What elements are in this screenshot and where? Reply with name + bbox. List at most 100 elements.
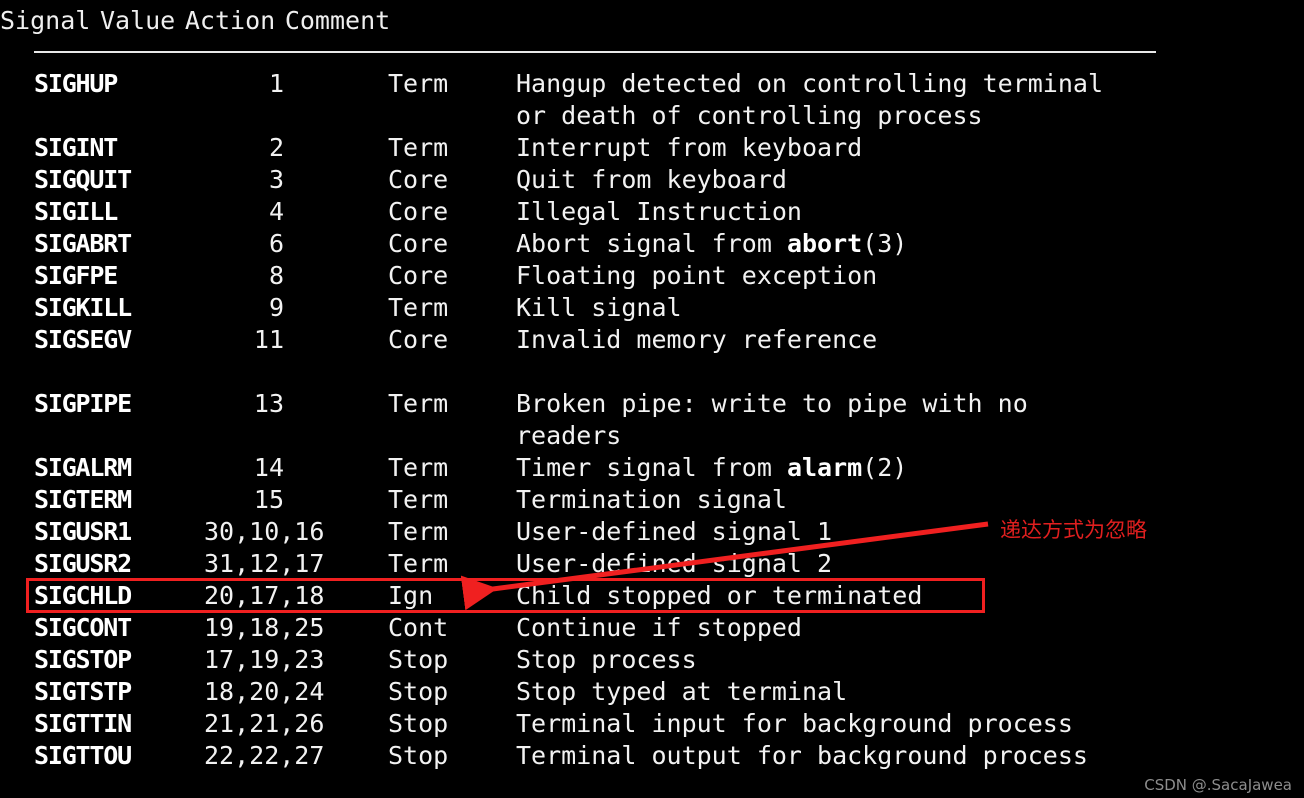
cell-signal-value: 22,22,27 — [204, 741, 325, 770]
table-row: SIGSTOP 17,19,23 Stop Stop process — [0, 644, 1304, 676]
cell-signal-action: Term — [388, 293, 449, 322]
table-row: SIGTERM 15 Term Termination signal — [0, 484, 1304, 516]
table-body: SIGHUP 1 Term Hangup detected on controllin… — [0, 68, 1304, 772]
table-row: SIGFPE 8 Core Floating point exception — [0, 260, 1304, 292]
cell-signal-value: 3 — [268, 165, 284, 194]
table-row: SIGHUP 1 Term Hangup detected on controllin… — [0, 68, 1304, 100]
cell-signal-action: Term — [388, 485, 449, 514]
cell-signal-value: 17,19,23 — [204, 645, 325, 674]
table-row: SIGKILL 9 Term Kill signal — [0, 292, 1304, 324]
cell-signal-action: Core — [388, 197, 449, 226]
cell-signal-action: Core — [388, 165, 449, 194]
cell-signal-comment: Terminal input for background process — [516, 709, 1073, 738]
table-row: SIGTTOU 22,22,27 Stop Terminal output for b… — [0, 740, 1304, 772]
cell-signal-action: Core — [388, 325, 449, 354]
table-row-continuation: readers — [0, 420, 1304, 452]
comment-function-name: alarm — [786, 453, 863, 482]
cell-signal-value: 15 — [253, 485, 284, 514]
table-row: SIGCONT 19,18,25 Cont Continue if stopped — [0, 612, 1304, 644]
watermark-text: CSDN @.SacaJawea — [1144, 776, 1292, 794]
cell-signal-action: Stop — [388, 709, 449, 738]
cell-signal-comment: Stop process — [516, 645, 697, 674]
comment-text-lead: Abort signal from — [516, 229, 787, 258]
cell-signal-value: 20,17,18 — [204, 581, 325, 610]
table-row: SIGALRM 14 Term Timer signal from alarm(2) — [0, 452, 1304, 484]
cell-signal-value: 9 — [268, 293, 284, 322]
comment-function-name: abort — [786, 229, 863, 258]
cell-signal-value: 19,18,25 — [204, 613, 325, 642]
cell-signal-comment: Interrupt from keyboard — [516, 133, 863, 162]
cell-signal-comment: Invalid memory reference — [516, 325, 878, 354]
cell-signal-action: Term — [388, 69, 449, 98]
cell-signal-action: Stop — [388, 677, 449, 706]
cell-signal-value: 2 — [268, 133, 284, 162]
cell-signal-value: 13 — [253, 389, 284, 418]
cell-signal-comment: Illegal Instruction — [516, 197, 802, 226]
cell-signal-name: SIGTTIN — [34, 709, 132, 738]
cell-signal-value: 8 — [268, 261, 284, 290]
column-header-signal: Signal — [0, 6, 91, 35]
table-row: SIGTSTP 18,20,24 Stop Stop typed at termina… — [0, 676, 1304, 708]
cell-signal-value: 11 — [253, 325, 284, 354]
table-header-row: Signal Value Action Comment — [0, 4, 390, 38]
cell-signal-action: Term — [388, 517, 449, 546]
cell-signal-comment: Broken pipe: write to pipe with no — [516, 389, 1028, 418]
comment-section-number: (2) — [862, 453, 908, 482]
cell-signal-value: 21,21,26 — [204, 709, 325, 738]
table-row: SIGSEGV 11 Core Invalid memory reference — [0, 324, 1304, 356]
cell-signal-value: 18,20,24 — [204, 677, 325, 706]
cell-signal-action: Stop — [388, 741, 449, 770]
cell-signal-comment-continued: readers — [516, 421, 622, 450]
cell-signal-comment: Abort signal from abort(3) — [516, 228, 1256, 260]
column-header-action: Action — [184, 6, 276, 35]
man-page-canvas: Signal Value Action Comment SIGHUP 1 Term H… — [0, 0, 1304, 798]
cell-signal-action: Term — [388, 389, 449, 418]
cell-signal-comment: Quit from keyboard — [516, 165, 787, 194]
comment-section-number: (3) — [862, 229, 908, 258]
cell-signal-comment: Stop typed at terminal — [516, 677, 848, 706]
table-row-spacer — [0, 356, 1304, 388]
cell-signal-comment: User-defined signal 2 — [516, 549, 833, 578]
table-row: SIGINT 2 Term Interrupt from keyboard — [0, 132, 1304, 164]
column-header-comment: Comment — [284, 6, 391, 35]
cell-signal-comment: Child stopped or terminated — [516, 581, 923, 610]
table-row: SIGABRT 6 Core Abort signal from abort(3) — [0, 228, 1304, 260]
cell-signal-comment: User-defined signal 1 — [516, 517, 833, 546]
table-row: SIGQUIT 3 Core Quit from keyboard — [0, 164, 1304, 196]
cell-signal-name: SIGTSTP — [34, 677, 132, 706]
cell-signal-name: SIGUSR2 — [34, 549, 132, 578]
cell-signal-action: Core — [388, 229, 449, 258]
cell-signal-comment: Timer signal from alarm(2) — [516, 452, 1256, 484]
cell-signal-value: 4 — [268, 197, 284, 226]
column-header-value: Value — [99, 6, 176, 35]
cell-signal-action: Term — [388, 133, 449, 162]
cell-signal-comment: Hangup detected on controlling terminal — [516, 69, 1103, 98]
header-divider-rule — [34, 51, 1156, 53]
cell-signal-action: Core — [388, 261, 449, 290]
table-row: SIGILL 4 Core Illegal Instruction — [0, 196, 1304, 228]
cell-signal-action: Term — [388, 453, 449, 482]
cell-signal-name: SIGUSR1 — [34, 517, 132, 546]
cell-signal-action: Stop — [388, 645, 449, 674]
cell-signal-value: 30,10,16 — [204, 517, 325, 546]
cell-signal-comment-continued: or death of controlling process — [516, 101, 983, 130]
cell-signal-name: SIGTTOU — [34, 741, 132, 770]
cell-signal-comment: Terminal output for background process — [516, 741, 1088, 770]
cell-signal-comment: Kill signal — [516, 293, 682, 322]
comment-text-lead: Timer signal from — [516, 453, 787, 482]
cell-signal-comment: Continue if stopped — [516, 613, 802, 642]
cell-signal-name: SIGCONT — [34, 613, 132, 642]
table-row: SIGUSR1 30,10,16 Term User-defined signal 1 — [0, 516, 1304, 548]
cell-signal-comment: Termination signal — [516, 485, 787, 514]
cell-signal-name: SIGCHLD — [34, 581, 132, 610]
cell-signal-action: Term — [388, 549, 449, 578]
cell-signal-comment: Floating point exception — [516, 261, 878, 290]
table-row: SIGPIPE 13 Term Broken pipe: write to pipe … — [0, 388, 1304, 420]
cell-signal-action: Ign — [388, 581, 434, 610]
cell-signal-value: 31,12,17 — [204, 549, 325, 578]
cell-signal-action: Cont — [388, 613, 449, 642]
cell-signal-name: SIGSTOP — [34, 645, 132, 674]
table-row: SIGCHLD 20,17,18 Ign Child stopped or termi… — [0, 580, 1304, 612]
cell-signal-value: 14 — [253, 453, 284, 482]
table-row-continuation: or death of controlling process — [0, 100, 1304, 132]
